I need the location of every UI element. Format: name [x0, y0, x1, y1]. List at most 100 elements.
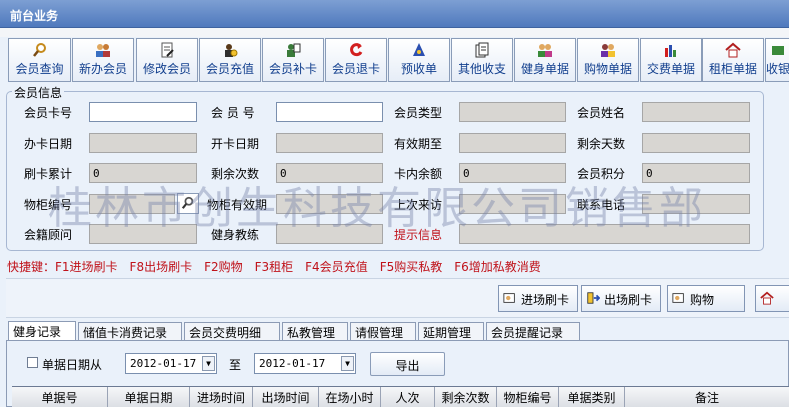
card-no-input[interactable]: [89, 102, 197, 122]
prepayment-button[interactable]: 预收单: [388, 38, 450, 82]
watermark: 桂林市创生科技有限公司销售部: [48, 183, 706, 234]
toolbar-label: 租柜单据: [708, 62, 757, 76]
column-header[interactable]: 人次: [381, 387, 435, 407]
tab-fitness-records[interactable]: 健身记录: [8, 321, 76, 341]
column-header[interactable]: 备注: [625, 387, 789, 407]
valid-until-label: 有效期至: [394, 137, 443, 151]
title-separator: [0, 28, 789, 37]
member-type-field: [459, 102, 566, 122]
member-type-label: 会员类型: [394, 106, 443, 120]
locker-rental-receipt-button[interactable]: 租柜单据: [702, 38, 764, 82]
house-icon: [725, 42, 741, 58]
date-filter-checkbox[interactable]: [27, 357, 38, 368]
window-titlebar: 前台业务: [0, 0, 789, 28]
tab-payment-details[interactable]: 会员交费明细: [184, 322, 280, 340]
toolbar-label: 预收单: [400, 62, 437, 76]
payment-receipt-button[interactable]: 交费单据: [640, 38, 702, 82]
cash-icon: [771, 46, 784, 55]
toolbar-label: 会员补卡: [268, 62, 317, 76]
fitness-receipt-button[interactable]: 健身单据: [514, 38, 576, 82]
member-name-label: 会员姓名: [577, 106, 626, 120]
column-header[interactable]: 单据日期: [108, 387, 190, 407]
refund-icon: [350, 43, 363, 57]
member-recharge-button[interactable]: 会员充值: [199, 38, 261, 82]
export-button[interactable]: 导出: [370, 352, 445, 376]
new-member-button[interactable]: 新办会员: [72, 38, 134, 82]
tab-extension-management[interactable]: 延期管理: [418, 322, 484, 340]
open-date-label: 办卡日期: [24, 137, 73, 151]
cashier-button[interactable]: 收银: [765, 38, 789, 82]
edit-member-button[interactable]: 修改会员: [136, 38, 198, 82]
house-icon: [760, 291, 774, 305]
card-no-label: 会员卡号: [24, 106, 73, 120]
member-info-legend: 会员信息: [12, 84, 65, 101]
member-refund-card-button[interactable]: 会员退卡: [325, 38, 387, 82]
users-icon: [96, 44, 110, 57]
member-reissue-card-button[interactable]: 会员补卡: [262, 38, 324, 82]
card-icon: [287, 43, 301, 57]
toolbar: 会员查询 新办会员 修改会员 会员充值 会员补卡 会员退卡 预收单 其他收支 健…: [0, 37, 789, 83]
toolbar-label: 新办会员: [78, 62, 127, 76]
card-swipe-icon: [503, 293, 515, 303]
toolbar-label: 购物单据: [583, 62, 632, 76]
toolbar-label: 交费单据: [646, 62, 695, 76]
remaining-days-field: [642, 133, 750, 153]
other-income-expense-button[interactable]: 其他收支: [451, 38, 513, 82]
toolbar-label: 会员退卡: [331, 62, 380, 76]
shortcut-hint: 快捷键：F1进场刷卡 F8出场刷卡 F2购物 F3租柜 F4会员充值 F5购买私…: [7, 260, 541, 274]
magnifier-icon: [32, 43, 46, 57]
tab-member-reminders[interactable]: 会员提醒记录: [486, 322, 580, 340]
date-to-label: 至: [229, 358, 242, 372]
open-date-field: [89, 133, 197, 153]
member-no-label: 会 员 号: [211, 106, 255, 120]
column-header[interactable]: 进场时间: [190, 387, 253, 407]
window-title: 前台业务: [10, 9, 59, 23]
cart-people-icon: [601, 44, 615, 57]
dropdown-arrow-icon[interactable]: ▼: [202, 356, 215, 371]
bars-icon: [665, 45, 676, 57]
tab-stored-card-records[interactable]: 储值卡消费记录: [78, 322, 182, 340]
valid-until-field: [459, 133, 566, 153]
shopping-receipt-button[interactable]: 购物单据: [577, 38, 639, 82]
member-name-field: [642, 102, 750, 122]
exit-icon: [587, 292, 600, 304]
docs-icon: [475, 42, 489, 58]
toolbar-label: 修改会员: [142, 62, 191, 76]
remaining-days-label: 剩余天数: [577, 137, 626, 151]
shopping-icon: [672, 293, 684, 303]
column-header[interactable]: 出场时间: [253, 387, 319, 407]
edit-doc-icon: [161, 42, 174, 58]
group-icon: [538, 44, 552, 57]
date-from-value: 2012-01-17: [130, 357, 197, 370]
toolbar-label: 会员充值: [205, 62, 254, 76]
exit-swipe-label: 出场刷卡: [604, 293, 653, 307]
date-to-picker[interactable]: 2012-01-17 ▼: [254, 353, 356, 374]
enter-swipe-button[interactable]: 进场刷卡: [498, 285, 578, 312]
person-coin-icon: [225, 44, 238, 57]
column-header[interactable]: 剩余次数: [435, 387, 497, 407]
date-filter-label: 单据日期从: [42, 358, 103, 372]
start-date-field: [276, 133, 383, 153]
date-from-picker[interactable]: 2012-01-17 ▼: [125, 353, 217, 374]
toolbar-label: 收银: [766, 62, 789, 76]
start-date-label: 开卡日期: [211, 137, 260, 151]
shopping-button[interactable]: 购物: [667, 285, 745, 312]
toolbar-label: 会员查询: [15, 62, 64, 76]
receipt-icon: [413, 43, 425, 56]
dropdown-arrow-icon[interactable]: ▼: [341, 356, 354, 371]
member-search-button[interactable]: 会员查询: [8, 38, 71, 82]
shopping-label: 购物: [690, 293, 715, 307]
date-to-value: 2012-01-17: [259, 357, 326, 370]
member-no-input[interactable]: [276, 102, 383, 122]
column-header[interactable]: 物柜编号: [497, 387, 559, 407]
exit-swipe-button[interactable]: 出场刷卡: [581, 285, 661, 312]
tab-leave-management[interactable]: 请假管理: [350, 322, 416, 340]
column-header[interactable]: 单据类别: [559, 387, 625, 407]
toolbar-label: 健身单据: [520, 62, 569, 76]
column-header[interactable]: 在场小时: [319, 387, 381, 407]
locker-action-button[interactable]: [755, 285, 789, 312]
enter-swipe-label: 进场刷卡: [521, 293, 570, 307]
column-header[interactable]: 单据号: [12, 387, 108, 407]
tab-private-coaching[interactable]: 私教管理: [282, 322, 348, 340]
toolbar-label: 其他收支: [457, 62, 506, 76]
